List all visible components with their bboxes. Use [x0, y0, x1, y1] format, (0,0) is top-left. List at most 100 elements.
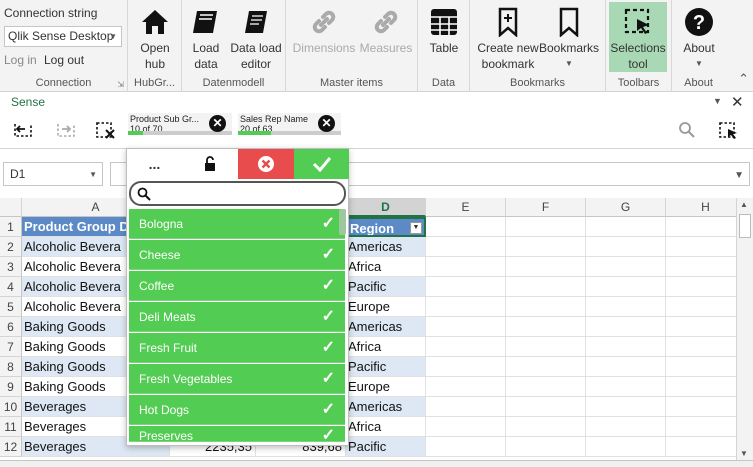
load-data-button[interactable]: Load data — [188, 4, 224, 72]
grid-cell[interactable] — [426, 417, 506, 437]
grid-cell[interactable]: Region ▼ — [346, 217, 426, 237]
measures-button[interactable]: Measures — [358, 4, 414, 56]
clear-chip-icon[interactable]: ✕ — [209, 115, 226, 132]
grid-cell[interactable] — [506, 397, 586, 417]
grid-cell[interactable] — [426, 337, 506, 357]
grid-cell[interactable] — [426, 277, 506, 297]
row-header[interactable]: 8 — [0, 357, 22, 377]
grid-cell[interactable] — [586, 437, 666, 457]
bookmarks-button[interactable]: Bookmarks ▼ — [538, 4, 600, 72]
scroll-thumb[interactable] — [739, 214, 751, 238]
grid-cell[interactable] — [586, 337, 666, 357]
grid-cell[interactable] — [666, 357, 736, 377]
grid-cell[interactable] — [666, 237, 736, 257]
table-button[interactable]: Table — [424, 4, 464, 56]
row-header[interactable]: 10 — [0, 397, 22, 417]
grid-cell[interactable]: Africa — [346, 417, 426, 437]
grid-cell[interactable] — [586, 237, 666, 257]
select-all-corner[interactable] — [0, 198, 22, 217]
selection-tool-icon[interactable] — [718, 121, 740, 144]
name-box[interactable]: D1 ▼ — [3, 162, 103, 186]
grid-cell[interactable] — [586, 297, 666, 317]
grid-cell[interactable] — [586, 277, 666, 297]
listbox-item[interactable]: Hot Dogs ✓ — [129, 395, 345, 425]
login-link[interactable]: Log in — [4, 53, 37, 67]
row-header[interactable]: 1 — [0, 217, 22, 237]
vertical-scrollbar[interactable]: ▲ ▼ — [736, 198, 753, 460]
grid-cell[interactable]: Americas — [346, 397, 426, 417]
grid-cell[interactable] — [506, 297, 586, 317]
grid-cell[interactable] — [666, 377, 736, 397]
grid-cell[interactable] — [586, 257, 666, 277]
grid-cell[interactable] — [666, 417, 736, 437]
row-header[interactable]: 7 — [0, 337, 22, 357]
grid-cell[interactable] — [586, 217, 666, 237]
close-icon[interactable]: ✕ — [731, 93, 744, 111]
filter-dropdown-icon[interactable]: ▼ — [410, 222, 422, 234]
listbox-search-input[interactable] — [129, 181, 346, 206]
column-header-d[interactable]: D — [346, 198, 426, 217]
grid-cell[interactable] — [426, 237, 506, 257]
back-icon[interactable] — [12, 121, 34, 142]
grid-cell[interactable] — [426, 217, 506, 237]
grid-cell[interactable] — [666, 437, 736, 457]
about-button[interactable]: ? About ▼ — [676, 4, 722, 72]
grid-cell[interactable] — [506, 217, 586, 237]
grid-cell[interactable] — [426, 397, 506, 417]
confirm-selection-button[interactable] — [294, 149, 349, 179]
grid-cell[interactable] — [666, 297, 736, 317]
grid-cell[interactable]: Europe — [346, 377, 426, 397]
selection-chip-sales-rep-name[interactable]: Sales Rep Name 20 of 63 ✕ — [238, 113, 341, 135]
grid-cell[interactable]: Africa — [346, 337, 426, 357]
clear-chip-icon[interactable]: ✕ — [318, 115, 335, 132]
scroll-up-icon[interactable]: ▲ — [740, 200, 748, 209]
grid-cell[interactable] — [506, 417, 586, 437]
expand-formula-icon[interactable]: ▼ — [734, 170, 744, 181]
grid-cell[interactable] — [666, 337, 736, 357]
more-options-button[interactable]: ... — [127, 149, 182, 179]
clear-selections-icon[interactable] — [95, 121, 117, 142]
grid-cell[interactable]: Pacific — [346, 357, 426, 377]
grid-cell[interactable]: Americas — [346, 317, 426, 337]
connection-select[interactable]: Qlik Sense Desktop ▼ — [4, 26, 122, 47]
logout-link[interactable]: Log out — [44, 53, 84, 67]
create-bookmark-button[interactable]: Create new bookmark — [474, 4, 542, 72]
grid-cell[interactable] — [586, 377, 666, 397]
grid-cell[interactable] — [586, 357, 666, 377]
listbox-item[interactable]: Preserves ✓ — [129, 426, 345, 442]
cancel-selection-button[interactable] — [238, 149, 294, 179]
listbox-item[interactable]: Coffee ✓ — [129, 271, 345, 301]
grid-cell[interactable] — [506, 437, 586, 457]
collapse-ribbon-icon[interactable]: ⌃ — [738, 71, 749, 87]
grid-cell[interactable] — [506, 317, 586, 337]
grid-cell[interactable] — [666, 277, 736, 297]
grid-cell[interactable] — [506, 357, 586, 377]
row-header[interactable]: 2 — [0, 237, 22, 257]
grid-cell[interactable]: Pacific — [346, 277, 426, 297]
listbox-item[interactable]: Bologna ✓ — [129, 209, 345, 239]
grid-cell[interactable] — [666, 217, 736, 237]
selections-tool-button[interactable]: Selections tool — [609, 2, 667, 72]
grid-cell[interactable]: Africa — [346, 257, 426, 277]
forward-icon[interactable] — [55, 121, 77, 142]
grid-cell[interactable] — [506, 277, 586, 297]
grid-cell[interactable] — [506, 377, 586, 397]
grid-cell[interactable] — [586, 317, 666, 337]
grid-cell[interactable] — [426, 317, 506, 337]
grid-cell[interactable]: Europe — [346, 297, 426, 317]
grid-cell[interactable] — [666, 317, 736, 337]
row-header[interactable]: 6 — [0, 317, 22, 337]
dialog-launcher-icon[interactable]: ⇲ — [117, 80, 124, 89]
listbox-item[interactable]: Fresh Fruit ✓ — [129, 333, 345, 363]
grid-cell[interactable] — [506, 237, 586, 257]
grid-cell[interactable] — [586, 417, 666, 437]
grid-cell[interactable] — [506, 337, 586, 357]
grid-cell[interactable] — [666, 397, 736, 417]
lock-button[interactable] — [182, 149, 238, 179]
row-header[interactable]: 9 — [0, 377, 22, 397]
dimensions-button[interactable]: Dimensions — [292, 4, 356, 56]
grid-cell[interactable] — [666, 257, 736, 277]
row-header[interactable]: 11 — [0, 417, 22, 437]
data-load-editor-button[interactable]: Data load editor — [228, 4, 284, 72]
scroll-down-icon[interactable]: ▼ — [740, 449, 748, 458]
